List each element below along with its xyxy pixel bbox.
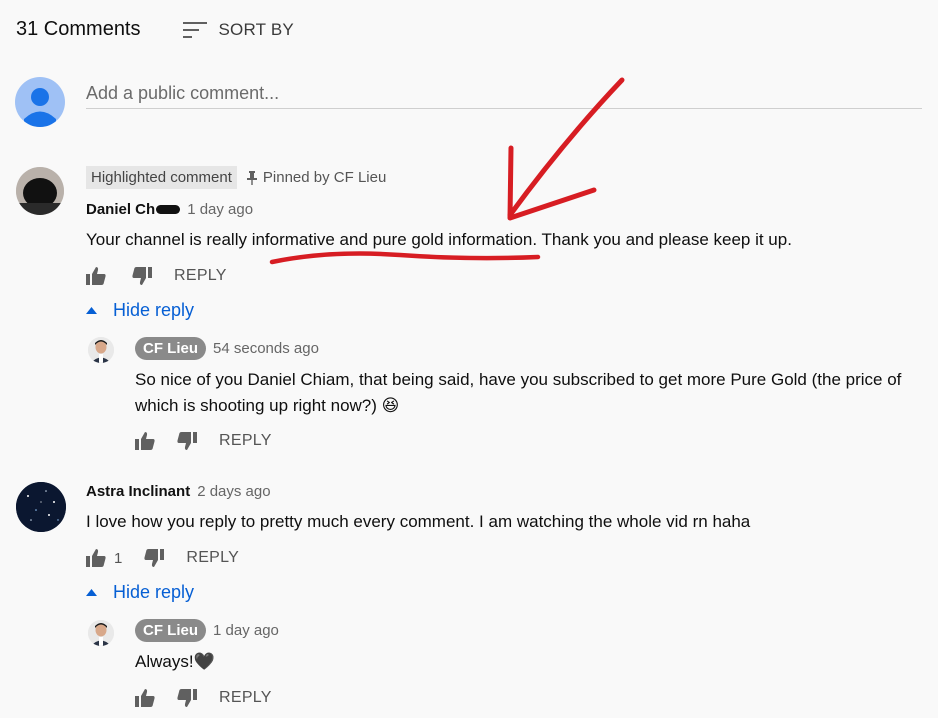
- reply-time[interactable]: 1 day ago: [213, 622, 279, 639]
- pinned-label: Pinned by CF Lieu: [246, 169, 387, 186]
- avatar-cf-lieu: [88, 337, 114, 363]
- like-icon[interactable]: [86, 548, 106, 568]
- comment-actions: REPLY: [86, 266, 227, 286]
- comment-author[interactable]: Daniel Ch: [86, 201, 155, 218]
- reply-meta: CF Lieu 1 day ago: [135, 619, 279, 642]
- reply-button[interactable]: REPLY: [219, 432, 272, 450]
- like-icon[interactable]: [86, 266, 106, 286]
- avatar-astra: [16, 482, 66, 532]
- reply-button[interactable]: REPLY: [186, 549, 239, 567]
- comment-actions: 1 REPLY: [86, 548, 239, 568]
- current-user-avatar: [15, 77, 65, 127]
- redacted-mark: [156, 205, 181, 214]
- sort-by-button[interactable]: SORT BY: [182, 19, 294, 40]
- like-count: 1: [114, 549, 123, 567]
- creator-author-chip[interactable]: CF Lieu: [135, 337, 206, 360]
- creator-author-chip[interactable]: CF Lieu: [135, 619, 206, 642]
- dislike-icon[interactable]: [177, 688, 197, 708]
- comment-author[interactable]: Astra Inclinant: [86, 483, 190, 500]
- reply-button[interactable]: REPLY: [174, 267, 227, 285]
- like-icon[interactable]: [135, 431, 155, 451]
- dislike-icon[interactable]: [177, 431, 197, 451]
- reply-actions: REPLY: [135, 688, 272, 708]
- reply-text: Always!🖤: [135, 652, 215, 671]
- reply-text-line-1: So nice of you Daniel Chiam, that being …: [135, 370, 902, 389]
- reply-text-line-2: which is shooting up right now?) 😆: [135, 396, 400, 415]
- annotation-underline: [269, 251, 541, 265]
- hide-reply-button[interactable]: Hide reply: [86, 582, 194, 603]
- hide-reply-label: Hide reply: [113, 300, 195, 320]
- dislike-icon[interactable]: [132, 266, 152, 286]
- reply-text: So nice of you Daniel Chiam, that being …: [135, 367, 901, 419]
- comment-badges: Highlighted comment Pinned by CF Lieu: [86, 166, 386, 189]
- comments-header: 31 Comments SORT BY: [16, 18, 294, 41]
- chevron-up-icon: [86, 307, 97, 314]
- comment-count: 31 Comments: [16, 18, 141, 40]
- like-icon[interactable]: [135, 688, 155, 708]
- reply-button[interactable]: REPLY: [219, 689, 272, 707]
- hide-reply-label: Hide reply: [113, 582, 195, 602]
- reply-time[interactable]: 54 seconds ago: [213, 340, 319, 357]
- annotation-arrow-head: [507, 145, 597, 221]
- reply-actions: REPLY: [135, 431, 272, 451]
- comment-text: I love how you reply to pretty much ever…: [86, 512, 751, 531]
- sort-icon: [182, 20, 207, 40]
- comment-time[interactable]: 1 day ago: [187, 201, 253, 218]
- pinned-by-text: Pinned by CF Lieu: [262, 169, 387, 186]
- avatar-daniel: [16, 167, 64, 215]
- avatar-cf-lieu: [88, 620, 114, 646]
- reply-meta: CF Lieu 54 seconds ago: [135, 337, 319, 360]
- comment-meta: Astra Inclinant 2 days ago: [86, 483, 271, 500]
- add-comment-input[interactable]: Add a public comment...: [86, 78, 922, 109]
- chevron-up-icon: [86, 589, 97, 596]
- hide-reply-button[interactable]: Hide reply: [86, 300, 194, 321]
- dislike-icon[interactable]: [144, 548, 165, 568]
- sort-by-label: SORT BY: [218, 19, 294, 39]
- pin-icon: [246, 170, 257, 185]
- comment-text: Your channel is really informative and p…: [86, 230, 792, 249]
- comment-meta: Daniel Ch 1 day ago: [86, 201, 253, 218]
- highlighted-comment-badge: Highlighted comment: [86, 166, 237, 189]
- comment-time[interactable]: 2 days ago: [197, 483, 270, 500]
